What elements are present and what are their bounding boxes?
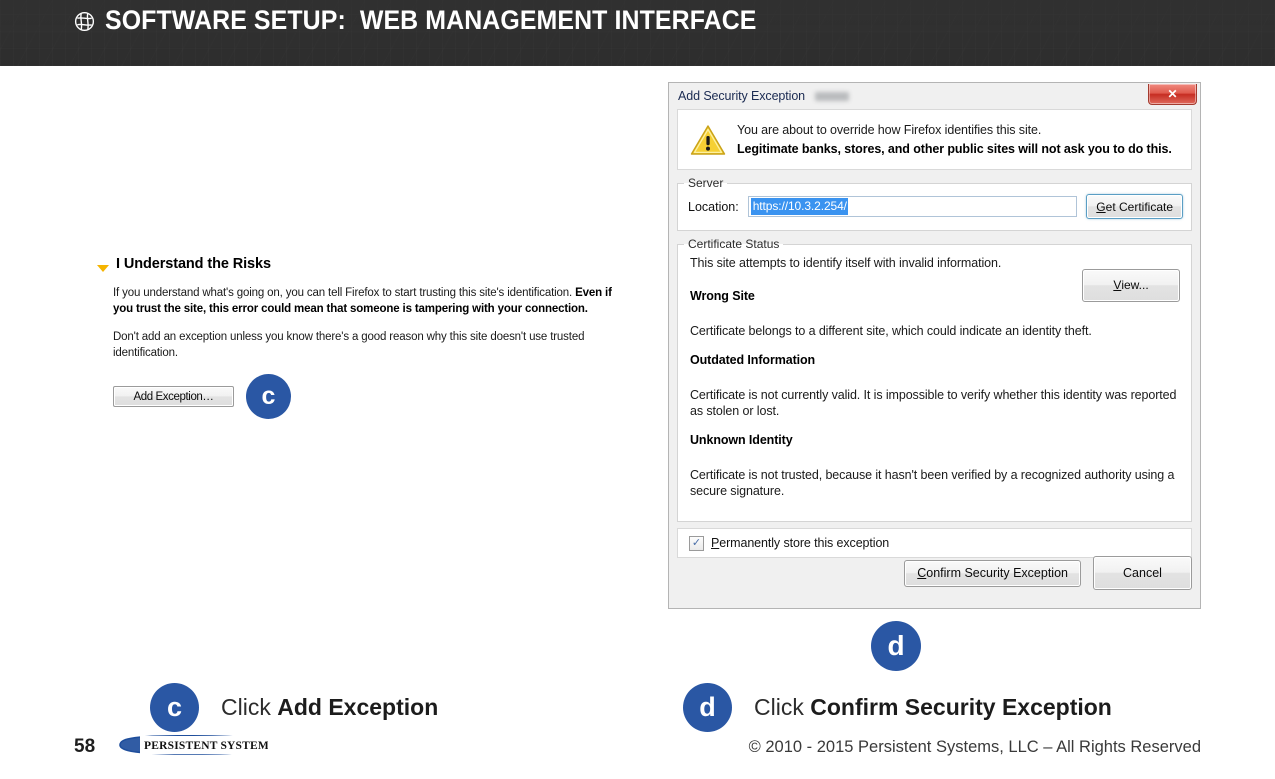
dialog-title-redaction	[815, 91, 850, 101]
dialog-title: Add Security Exception	[678, 89, 806, 103]
location-input-value: https://10.3.2.254/	[750, 198, 848, 215]
warning-line-2: Legitimate banks, stores, and other publ…	[737, 142, 1172, 156]
risks-paragraph-2: Don't add an exception unless you know t…	[113, 331, 585, 359]
copyright-text: © 2010 - 2015 Persistent Systems, LLC – …	[748, 738, 1201, 756]
caption-c-bold: Add Exception	[277, 694, 439, 720]
permanently-store-label[interactable]: Permanently store this exception	[711, 536, 889, 550]
risks-button-row: Add Exception… c	[113, 374, 632, 419]
cert-section-body-2: Certificate is not trusted, because it h…	[690, 468, 1175, 498]
server-row: Location: https://10.3.2.254/ Get Certif…	[678, 190, 1191, 219]
permanently-store-rest: ermanently store this exception	[719, 536, 890, 550]
dialog-footer: Confirm Security Exception Cancel	[904, 556, 1192, 590]
dialog-warning-text: You are about to override how Firefox id…	[737, 123, 1172, 156]
checkmark-icon: ✓	[691, 536, 702, 549]
server-group: Server Location: https://10.3.2.254/ Get…	[677, 176, 1192, 231]
close-x-icon[interactable]: ✕	[1148, 84, 1197, 105]
risks-heading-row[interactable]: I Understand the Risks	[97, 256, 632, 272]
persistent-knot-logo-icon	[74, 11, 95, 32]
firefox-risks-block: I Understand the Risks If you understand…	[97, 256, 632, 419]
cert-section-body-0: Certificate belongs to a different site,…	[690, 324, 1092, 338]
callout-badge-c-inline: c	[246, 374, 291, 419]
location-input[interactable]: https://10.3.2.254/	[747, 196, 1078, 217]
confirm-button-accel: C	[917, 566, 927, 580]
permanently-store-accel: P	[711, 536, 720, 550]
risks-paragraph-1: If you understand what's going on, you c…	[113, 286, 618, 317]
certificate-status-legend: Certificate Status	[688, 237, 780, 251]
callout-badge-c: c	[150, 683, 199, 732]
caption-step-c: c Click Add Exception	[150, 683, 438, 732]
server-group-legend: Server	[688, 176, 724, 190]
location-label: Location:	[688, 199, 739, 214]
confirm-security-exception-button[interactable]: Confirm Security Exception	[904, 559, 1081, 587]
caption-d-prefix: Click	[754, 694, 811, 720]
dialog-body: You are about to override how Firefox id…	[677, 109, 1192, 599]
cert-section-heading-2: Unknown Identity	[690, 433, 793, 447]
caption-text-c: Click Add Exception	[221, 694, 438, 721]
risks-heading: I Understand the Risks	[116, 256, 271, 272]
warning-triangle-icon	[690, 124, 726, 156]
caption-text-d: Click Confirm Security Exception	[754, 694, 1112, 721]
dialog-warning-panel: You are about to override how Firefox id…	[677, 109, 1192, 170]
svg-text:PERSISTENT SYSTEMS: PERSISTENT SYSTEMS	[144, 740, 268, 752]
slide-header: SOFTWARE SETUP: WEB MANAGEMENT INTERFACE	[0, 0, 1275, 66]
view-certificate-button[interactable]: View...	[1082, 269, 1180, 302]
dialog-titlebar[interactable]: Add Security Exception ✕	[669, 83, 1200, 109]
caption-step-d: d Click Confirm Security Exception	[683, 683, 1112, 732]
get-certificate-rest: et Certificate	[1105, 199, 1173, 214]
risks-paragraph-1-normal: If you understand what's going on, you c…	[113, 287, 576, 299]
get-certificate-accel: G	[1096, 199, 1106, 214]
page-number: 58	[74, 736, 96, 757]
callout-badge-d-inline: d	[871, 621, 921, 671]
page-title: SOFTWARE SETUP: WEB MANAGEMENT INTERFACE	[105, 4, 757, 35]
confirm-button-rest: onfirm Security Exception	[926, 566, 1068, 580]
permanently-store-panel: ✓ Permanently store this exception	[677, 528, 1192, 558]
warning-line-1: You are about to override how Firefox id…	[737, 123, 1042, 137]
caption-d-bold: Confirm Security Exception	[810, 694, 1112, 720]
triangle-down-icon[interactable]	[97, 265, 109, 272]
cancel-button[interactable]: Cancel	[1093, 556, 1192, 590]
permanently-store-checkbox[interactable]: ✓	[689, 535, 704, 551]
callout-badge-d: d	[683, 683, 732, 732]
cert-section-heading-1: Outdated Information	[690, 353, 816, 367]
get-certificate-button[interactable]: Get Certificate	[1086, 194, 1183, 219]
slide-canvas: I Understand the Risks If you understand…	[0, 66, 1275, 779]
add-security-exception-dialog: Add Security Exception ✕ You are about t…	[668, 82, 1201, 609]
caption-c-prefix: Click	[221, 694, 278, 720]
view-button-rest: iew...	[1121, 278, 1149, 292]
header-title-row: SOFTWARE SETUP: WEB MANAGEMENT INTERFACE	[74, 0, 798, 40]
view-button-accel: V	[1113, 278, 1122, 292]
certificate-status-inner: This site attempts to identify itself wi…	[678, 251, 1191, 499]
add-exception-button[interactable]: Add Exception…	[113, 386, 234, 407]
certificate-status-group: Certificate Status This site attempts to…	[677, 237, 1192, 522]
cert-section-body-1: Certificate is not currently valid. It i…	[690, 388, 1177, 418]
persistent-systems-logo: PERSISTENT SYSTEMS	[118, 734, 275, 755]
